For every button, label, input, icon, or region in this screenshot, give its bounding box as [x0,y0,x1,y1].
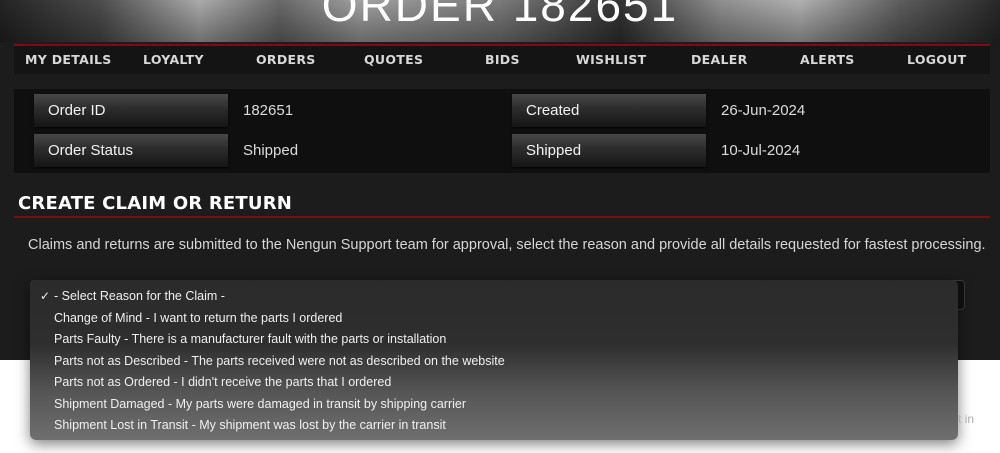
reason-option-label: - Select Reason for the Claim - [54,289,225,303]
page-title: ORDER 182651 [321,0,679,31]
order-info-panel: Order ID 182651 Order Status Shipped Cre… [14,89,990,173]
reason-option[interactable]: Shipment Lost in Transit - My shipment w… [30,415,958,437]
reason-option[interactable]: Parts not as Described - The parts recei… [30,351,958,373]
claim-heading: CREATE CLAIM OR RETURN [18,193,293,214]
order-status-value: Shipped [243,142,299,159]
nav-my-details[interactable]: MY DETAILS [25,52,112,67]
order-status-label: Order Status [34,134,228,167]
reason-option-label: Parts not as Ordered - I didn't receive … [54,375,392,389]
reason-option-label: Shipment Damaged - My parts were damaged… [54,396,466,411]
nav-wishlist[interactable]: WISHLIST [576,52,646,67]
nav-orders[interactable]: ORDERS [256,52,316,67]
order-id-value: 182651 [243,102,294,119]
account-nav: MY DETAILS LOYALTY ORDERS QUOTES BIDS WI… [14,44,990,74]
reason-option[interactable]: Change of Mind - I want to return the pa… [30,308,958,330]
claim-section-header: CREATE CLAIM OR RETURN [14,190,990,218]
order-id-label: Order ID [34,94,228,127]
reason-option[interactable]: Parts not as Ordered - I didn't receive … [30,372,958,394]
reason-option-label: Shipment Lost in Transit - My shipment w… [54,418,446,432]
nav-logout[interactable]: LOGOUT [907,52,967,67]
nav-bids[interactable]: BIDS [485,52,520,67]
reason-option[interactable]: ✓ - Select Reason for the Claim - [30,286,958,308]
order-banner: ORDER 182651 [0,0,1000,42]
reason-option-label: Parts Faulty - There is a manufacturer f… [54,332,447,346]
clipped-footer-text: t in [958,412,975,426]
nav-quotes[interactable]: QUOTES [364,52,423,67]
created-label: Created [512,94,706,127]
claim-description: Claims and returns are submitted to the … [28,237,986,253]
reason-option-label: Parts not as Described - The parts recei… [54,353,505,368]
reason-option[interactable]: Shipment Damaged - My parts were damaged… [30,394,958,416]
nav-alerts[interactable]: ALERTS [800,52,855,67]
claim-reason-dropdown: ✓ - Select Reason for the Claim - Change… [30,280,958,440]
checkmark-icon: ✓ [40,289,51,303]
shipped-value: 10-Jul-2024 [721,142,801,159]
nav-loyalty[interactable]: LOYALTY [143,52,204,67]
reason-option-label: Change of Mind - I want to return the pa… [54,310,343,325]
reason-option[interactable]: Parts Faulty - There is a manufacturer f… [30,329,958,351]
created-value: 26-Jun-2024 [721,102,806,119]
shipped-label: Shipped [512,134,706,167]
nav-dealer[interactable]: DEALER [691,52,748,67]
